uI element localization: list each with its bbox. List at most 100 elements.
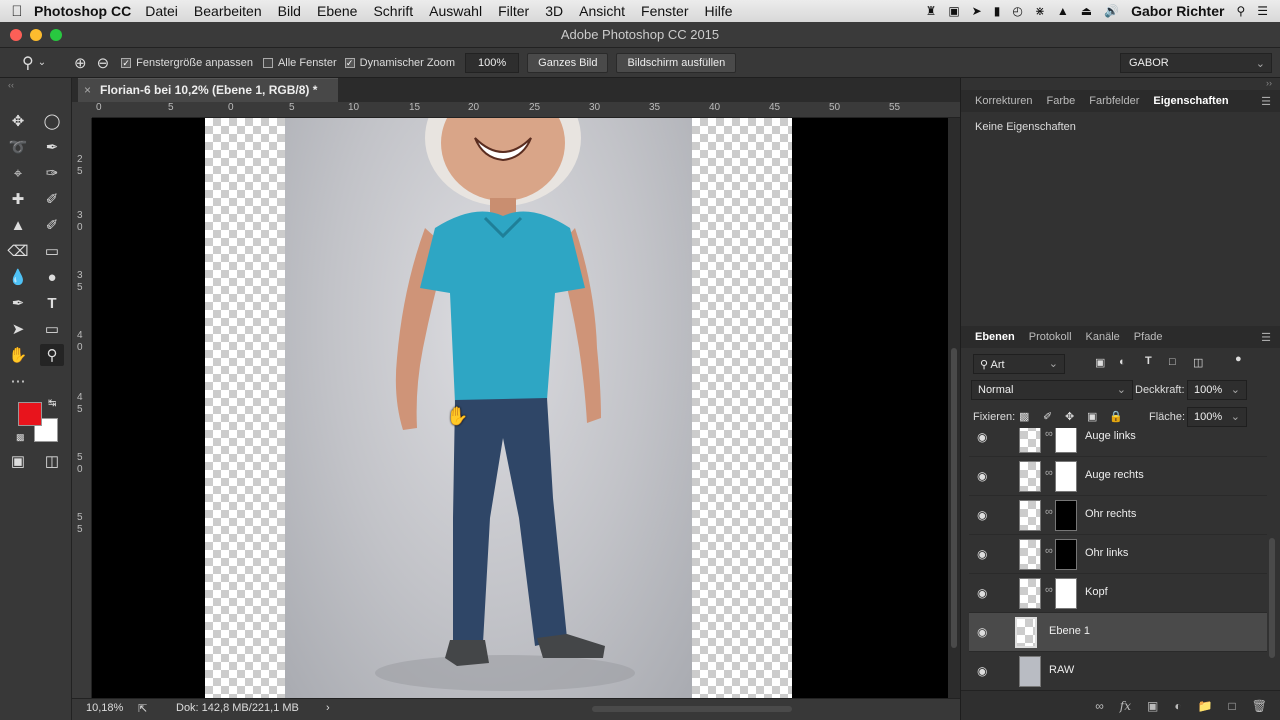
spotlight-search-icon[interactable]: ⚲: [1236, 4, 1245, 18]
photo-layer[interactable]: [285, 118, 692, 698]
pixel-filter-icon[interactable]: ▣: [1095, 356, 1105, 369]
tab-farbe[interactable]: Farbe: [1046, 95, 1075, 107]
eject-icon[interactable]: ⏏: [1081, 4, 1092, 18]
horizontal-ruler[interactable]: 0 5 0 5 10 15 20 25 30 35 40 45 50 55: [92, 102, 960, 118]
all-windows-checkbox[interactable]: [262, 57, 273, 68]
eye-icon[interactable]: ◉: [977, 469, 987, 483]
layer-row[interactable]: ◉ ∞ Kopf: [969, 574, 1267, 613]
menu-hilfe[interactable]: Hilfe: [705, 3, 733, 19]
screen-mode-icon[interactable]: ◫: [40, 450, 64, 472]
eye-icon[interactable]: ◉: [977, 430, 987, 444]
blend-mode-select[interactable]: Normal ⌄: [971, 380, 1133, 400]
eye-icon[interactable]: ◉: [977, 664, 987, 678]
panel-menu-icon[interactable]: ☰: [1261, 95, 1271, 108]
tab-farbfelder[interactable]: Farbfelder: [1089, 95, 1139, 107]
move-tool-icon[interactable]: ✥: [6, 110, 30, 132]
layers-scrollbar-thumb[interactable]: [1269, 538, 1275, 658]
display-icon[interactable]: ▣: [948, 4, 959, 18]
collapse-panels-icon[interactable]: ››: [1266, 78, 1272, 88]
layer-mask-thumbnail[interactable]: [1055, 500, 1077, 531]
more-tools-icon[interactable]: ⋯: [6, 370, 30, 392]
layer-mask-thumbnail[interactable]: [1055, 578, 1077, 609]
shape-filter-icon[interactable]: □: [1169, 356, 1176, 368]
layer-name[interactable]: Kopf: [1085, 586, 1108, 598]
adjustment-filter-icon[interactable]: ◐: [1119, 356, 1126, 368]
lasso-tool-icon[interactable]: ➰: [6, 136, 30, 158]
menu-bild[interactable]: Bild: [278, 3, 301, 19]
layer-filter-select[interactable]: ⚲ Art ⌄: [973, 354, 1065, 374]
collapse-panel-icon[interactable]: ‹‹: [8, 80, 14, 90]
layer-name[interactable]: Auge links: [1085, 430, 1136, 442]
zoom-window-button[interactable]: [50, 29, 62, 41]
path-selection-icon[interactable]: ➤: [6, 318, 30, 340]
menu-3d[interactable]: 3D: [545, 3, 563, 19]
menu-filter[interactable]: Filter: [498, 3, 529, 19]
document-tab[interactable]: × Florian-6 bei 10,2% (Ebene 1, RGB/8) *: [78, 78, 338, 102]
menu-schrift[interactable]: Schrift: [373, 3, 413, 19]
crop-tool-icon[interactable]: ⌖: [6, 162, 30, 184]
apple-menu-icon[interactable]: : [0, 3, 34, 20]
lock-artboard-icon[interactable]: ▣: [1087, 410, 1097, 423]
zoom-in-icon[interactable]: ⊕: [74, 54, 87, 72]
foreground-color-swatch[interactable]: [18, 402, 42, 426]
quick-selection-icon[interactable]: ✒: [40, 136, 64, 158]
layer-row[interactable]: ◉ RAW: [969, 652, 1267, 690]
volume-icon[interactable]: 🔊: [1104, 4, 1119, 18]
lock-transparency-icon[interactable]: ▩: [1019, 410, 1029, 423]
layer-row-selected[interactable]: ◉ Ebene 1: [969, 613, 1267, 652]
quick-mask-icon[interactable]: ▣: [6, 450, 30, 472]
layer-name[interactable]: Ebene 1: [1049, 625, 1090, 637]
time-machine-icon[interactable]: ◴: [1012, 4, 1022, 18]
dodge-tool-icon[interactable]: ●: [40, 266, 64, 288]
adjustment-icon[interactable]: ◐: [1174, 699, 1181, 713]
crown-icon[interactable]: ♜: [926, 4, 937, 18]
bluetooth-icon[interactable]: ⋇: [1035, 4, 1045, 18]
fit-window-checkbox[interactable]: ✓: [121, 57, 132, 68]
layer-mask-thumbnail[interactable]: [1055, 539, 1077, 570]
layer-row[interactable]: ◉ ∞ Auge rechts: [969, 457, 1267, 496]
mask-link-icon[interactable]: ∞: [1045, 428, 1053, 440]
new-layer-icon[interactable]: □: [1229, 699, 1236, 713]
menu-auswahl[interactable]: Auswahl: [429, 3, 482, 19]
layer-row[interactable]: ◉ ∞ Ohr links: [969, 535, 1267, 574]
hand-tool-icon[interactable]: ✋: [6, 344, 30, 366]
layer-mask-thumbnail[interactable]: [1055, 428, 1077, 453]
gradient-tool-icon[interactable]: ▭: [40, 240, 64, 262]
healing-brush-icon[interactable]: ✚: [6, 188, 30, 210]
mask-link-icon[interactable]: ∞: [1045, 545, 1053, 557]
notification-center-icon[interactable]: ☰: [1257, 4, 1268, 18]
zoom-value-field[interactable]: 100%: [465, 52, 520, 73]
elliptical-marquee-icon[interactable]: ◯: [40, 110, 64, 132]
rectangle-tool-icon[interactable]: ▭: [40, 318, 64, 340]
layer-name[interactable]: Auge rechts: [1085, 469, 1144, 481]
eye-icon[interactable]: ◉: [977, 547, 987, 561]
close-tab-icon[interactable]: ×: [84, 79, 91, 101]
type-tool-icon[interactable]: T: [40, 292, 64, 314]
document-canvas[interactable]: ✋ ❀: [92, 118, 948, 698]
group-icon[interactable]: 📁: [1198, 699, 1213, 713]
menu-ebene[interactable]: Ebene: [317, 3, 357, 19]
layer-row[interactable]: ◉ ∞ Auge links: [969, 428, 1267, 457]
add-mask-icon[interactable]: ▣: [1147, 699, 1158, 713]
trash-icon[interactable]: 🗑: [1252, 699, 1267, 713]
user-name[interactable]: Gabor Richter: [1131, 3, 1224, 19]
tab-kanaele[interactable]: Kanäle: [1086, 331, 1120, 343]
eye-icon[interactable]: ◉: [977, 586, 987, 600]
send-icon[interactable]: ➤: [972, 4, 982, 18]
layers-panel-menu-icon[interactable]: ☰: [1261, 331, 1271, 344]
layer-row[interactable]: ◉ ∞ Ohr rechts: [969, 496, 1267, 535]
eraser-tool-icon[interactable]: ⌫: [6, 240, 30, 262]
fx-icon[interactable]: fx: [1120, 699, 1131, 713]
layer-name[interactable]: Ohr rechts: [1085, 508, 1136, 520]
zoom-level[interactable]: 10,18%: [86, 702, 123, 714]
fill-field[interactable]: 100% ⌄: [1187, 407, 1247, 427]
menu-ansicht[interactable]: Ansicht: [579, 3, 625, 19]
layer-name[interactable]: Ohr links: [1085, 547, 1128, 559]
eye-icon[interactable]: ◉: [977, 508, 987, 522]
wifi-icon[interactable]: ▲: [1057, 4, 1069, 18]
lock-position-icon[interactable]: ✥: [1065, 410, 1074, 423]
tab-korrekturen[interactable]: Korrekturen: [975, 95, 1032, 107]
pen-tool-icon[interactable]: ✒: [6, 292, 30, 314]
canvas-vertical-scrollbar[interactable]: [948, 118, 960, 698]
vertical-ruler[interactable]: 2 5 3 0 3 5 4 0 4 5 5 0 5 5: [72, 118, 92, 698]
